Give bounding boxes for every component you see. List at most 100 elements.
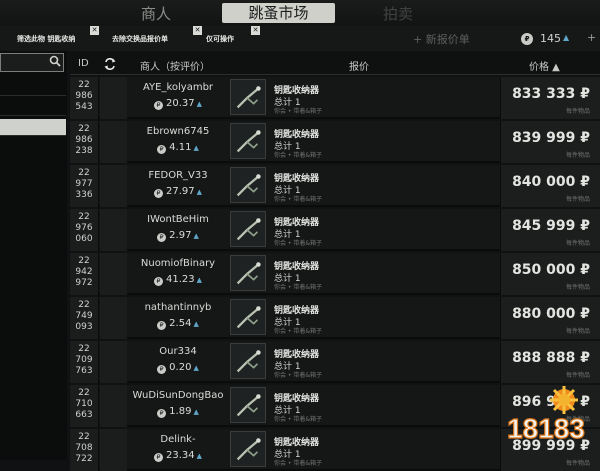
offer-row[interactable]: 22 749 093 nathantinnyb ₽2.54 ▲ 钥匙收纳器 总计 … [70,297,600,339]
close-icon[interactable]: ✕ [90,26,99,35]
key-tool-icon[interactable] [230,79,266,115]
filter-chip-no-barter[interactable]: 去除交换品报价单 ✕ [108,26,202,46]
arrow-up-icon: ▲ [196,452,203,460]
key-tool-icon[interactable] [230,211,266,247]
key-tool-icon[interactable] [230,299,266,335]
item-requirements: 你会 • 带着&箱子 [274,152,323,159]
offer-price[interactable]: 839 999 ₽ [502,130,590,146]
offer-row[interactable]: 22 986 543 AYE_kolyambr ₽20.37 ▲ 钥匙收纳器 总计… [70,77,600,119]
blank-cell [100,297,127,339]
offer-price[interactable]: 888 888 ₽ [502,350,590,366]
offer-price[interactable]: 833 333 ₽ [502,86,590,102]
trader-name[interactable]: IWontBeHim [130,214,226,225]
rating-icon: ₽ [157,145,167,154]
arrow-up-icon: ▲ [193,144,199,152]
offer-price[interactable]: 880 000 ₽ [502,306,590,322]
offer-row[interactable]: 22 709 763 Our334 ₽0.20 ▲ 钥匙收纳器 总计 1 你会 •… [70,341,600,383]
blank-cell [100,341,127,383]
offers-header: ID 商人（按评价） 报价 价格 ▲ [70,53,600,75]
offer-id: 22 710 663 [75,388,93,420]
tab-traders[interactable]: 商人 [141,3,171,24]
offer-row[interactable]: 22 976 060 IWontBeHim ₽2.97 ▲ 钥匙收纳器 总计 1 … [70,209,600,251]
top-tab-bar: 商人 跳蚤市场 拍卖 [0,0,600,26]
trader-rating: ₽20.37 ▲ [130,98,226,110]
item-requirements: 你会 • 带着&箱子 [274,240,323,247]
trader-rating: ₽1.89 ▲ [130,406,226,418]
price-per-item: 每件物品 [565,284,590,291]
blank-cell [100,121,127,163]
filter-chip-item[interactable]: 筛选此物 钥匙收纳 ✕ [13,26,99,46]
column-id[interactable]: ID [78,58,89,69]
category-item-selected[interactable] [0,119,66,136]
offer-row[interactable]: 22 942 972 NuomiofBinary ₽41.23 ▲ 钥匙收纳器 总… [70,253,600,295]
key-tool-icon[interactable] [230,255,266,291]
item-requirements: 你会 • 带着&箱子 [274,416,323,423]
tab-auction[interactable]: 拍卖 [383,3,413,24]
trader-name[interactable]: AYE_kolyambr [130,82,226,93]
arrow-up-icon: ▲ [196,100,203,108]
trader-name[interactable]: WuDiSunDongBao [130,390,226,401]
trader-name[interactable]: nathantinnyb [130,302,226,313]
trader-rating: ₽4.11 ▲ [130,142,226,154]
rating-icon: ₽ [153,189,163,198]
price-per-item: 每件物品 [565,108,590,115]
trader-rating: ₽41.23 ▲ [130,274,226,286]
price-per-item: 每件物品 [565,196,590,203]
rating-icon: ₽ [153,453,163,462]
category-item[interactable] [0,79,66,96]
offer-price[interactable]: 850 000 ₽ [502,262,590,278]
column-trader[interactable]: 商人（按评价） [140,58,210,73]
blank-cell [100,165,127,207]
add-icon[interactable]: + [587,31,596,44]
blank-cell [100,209,127,251]
trader-name[interactable]: Ebrown6745 [130,126,226,137]
offer-id: 22 986 543 [75,80,93,112]
column-offer: 报价 [349,62,369,73]
price-per-item: 每件物品 [565,152,590,159]
blank-cell [100,385,127,427]
rating-value: 1.89 [169,406,192,417]
trader-name[interactable]: Delink- [130,434,226,445]
category-item[interactable] [0,99,66,116]
tab-flea-market[interactable]: 跳蚤市场 [222,3,335,23]
offer-row[interactable]: 22 977 336 FEDOR_V33 ₽27.97 ▲ 钥匙收纳器 总计 1 … [70,165,600,207]
column-price[interactable]: 价格 ▲ [529,58,560,73]
rating-value: 0.20 [169,362,192,373]
trader-rating: ₽2.54 ▲ [130,318,226,330]
key-tool-icon[interactable] [230,431,266,467]
rating-icon: ₽ [521,33,533,45]
arrow-up-icon: ▲ [563,33,570,42]
close-icon[interactable]: ✕ [193,26,202,35]
arrow-up-icon: ▲ [196,188,203,196]
rating-value: 2.54 [169,318,192,329]
key-tool-icon[interactable] [230,343,266,379]
trader-name[interactable]: FEDOR_V33 [130,170,226,181]
filter-chip-available[interactable]: 仅可操作 ✕ [202,26,262,46]
filter-chip-label: 去除交换品报价单 [112,35,168,43]
close-icon[interactable]: ✕ [251,26,260,35]
blank-cell [100,429,127,471]
item-requirements: 你会 • 带着&箱子 [274,328,323,335]
key-tool-icon[interactable] [230,167,266,203]
offer-price[interactable]: 840 000 ₽ [502,174,590,190]
offer-id: 22 976 060 [75,212,93,244]
trader-name[interactable]: Our334 [130,346,226,357]
blank-cell [100,77,127,119]
key-tool-icon[interactable] [230,123,266,159]
price-per-item: 每件物品 [565,328,590,335]
filter-bar: 筛选此物 钥匙收纳 ✕ 去除交换品报价单 ✕ 仅可操作 ✕ [0,26,600,51]
svg-text:18183: 18183 [507,413,585,444]
offer-price[interactable]: 845 999 ₽ [502,218,590,234]
trader-rating: ₽27.97 ▲ [130,186,226,198]
offer-row[interactable]: 22 986 238 Ebrown6745 ₽4.11 ▲ 钥匙收纳器 总计 1 … [70,121,600,163]
item-requirements: 你会 • 带着&箱子 [274,372,323,379]
rating-value: 2.97 [169,230,192,241]
player-rating: 145 [540,32,561,45]
rating-icon: ₽ [157,365,167,374]
key-tool-icon[interactable] [230,387,266,423]
refresh-icon[interactable] [104,58,116,70]
search-icon[interactable] [49,55,61,67]
trader-name[interactable]: NuomiofBinary [130,258,226,269]
new-offer-button[interactable]: + 新报价单 [413,31,470,47]
trader-rating: ₽2.97 ▲ [130,230,226,242]
